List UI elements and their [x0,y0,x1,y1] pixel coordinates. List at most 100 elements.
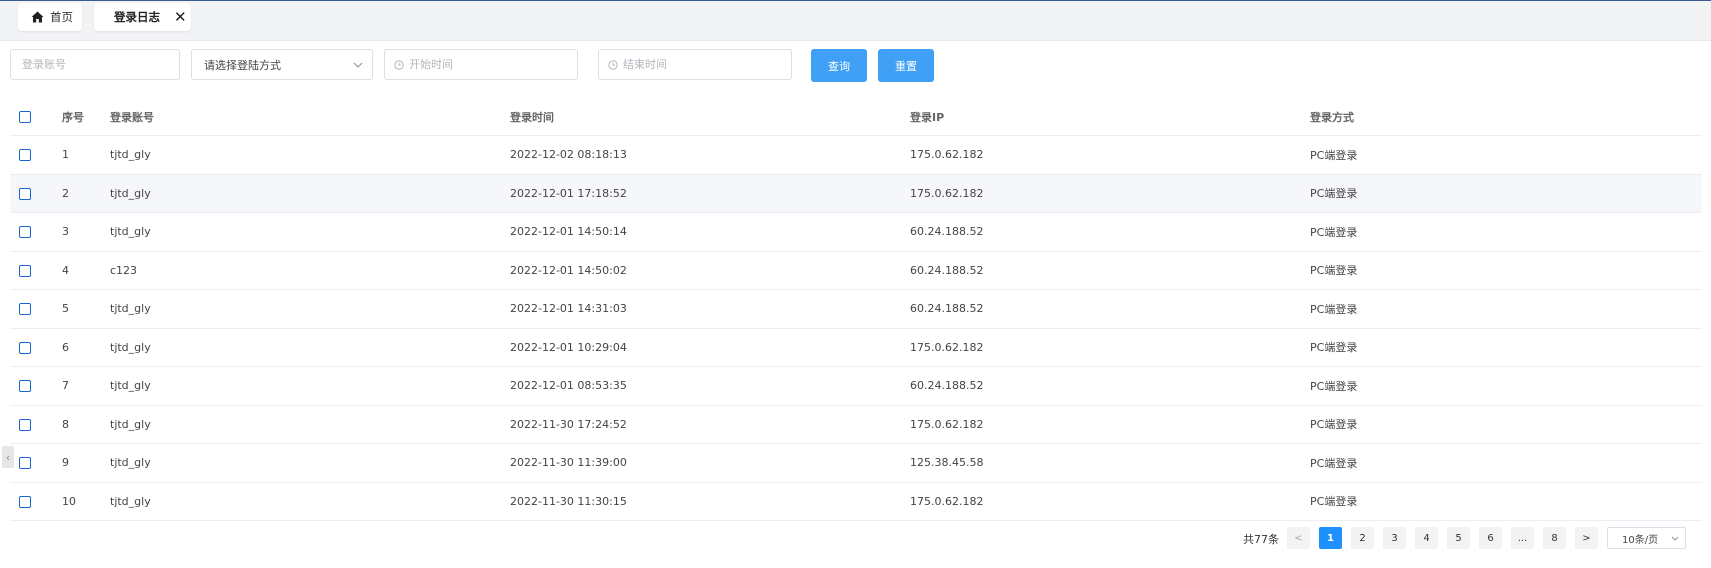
row-account: tjtd_gly [110,379,151,393]
row-time: 2022-12-01 17:18:52 [510,186,627,200]
header-ip: 登录IP [910,110,945,124]
row-ip: 175.0.62.182 [910,494,984,508]
row-checkbox[interactable] [19,380,31,393]
end-time-input[interactable] [618,50,791,79]
page-button[interactable]: 8 [1543,527,1566,549]
chevron-down-icon [353,62,363,68]
row-index: 5 [62,302,69,316]
row-checkbox[interactable] [19,457,31,470]
page-button[interactable]: 6 [1479,527,1502,549]
row-select-cell [19,225,31,239]
row-method: PC端登录 [1310,302,1358,316]
row-account: tjtd_gly [110,225,151,239]
row-checkbox[interactable] [19,418,31,431]
row-index: 10 [62,494,76,508]
page-ellipsis-button[interactable]: ... [1511,527,1534,549]
row-account: c123 [110,263,138,277]
row-time: 2022-11-30 11:30:15 [510,494,627,508]
next-page-button[interactable]: > [1575,527,1598,549]
header-account: 登录账号 [110,110,154,124]
row-method: PC端登录 [1310,456,1358,470]
row-time: 2022-12-01 10:29:04 [510,340,627,354]
row-index: 2 [62,186,69,200]
page-size-select[interactable]: 10条/页 [1607,527,1686,549]
row-select-cell [19,456,31,470]
close-icon[interactable]: ✕ [174,9,187,25]
table-row[interactable]: 6 tjtd_gly 2022-12-01 10:29:04 175.0.62.… [10,329,1702,367]
table-row[interactable]: 7 tjtd_gly 2022-12-01 08:53:35 60.24.188… [10,367,1702,406]
chevron-down-icon [1671,536,1679,541]
login-log-table: 序号 登录账号 登录时间 登录IP 登录方式 1 tjtd_gly 2022-1… [10,98,1702,521]
row-ip: 125.38.45.58 [910,456,984,470]
row-checkbox[interactable] [19,187,31,200]
row-index: 4 [62,263,69,277]
row-time: 2022-12-01 14:50:02 [510,263,627,277]
tab-home[interactable]: 首页 [18,3,82,31]
row-index: 6 [62,340,69,354]
table-row[interactable]: 2 tjtd_gly 2022-12-01 17:18:52 175.0.62.… [10,174,1702,213]
page-button[interactable]: 3 [1383,527,1406,549]
row-ip: 175.0.62.182 [910,417,984,431]
row-time: 2022-12-01 14:31:03 [510,302,627,316]
table-row[interactable]: 10 tjtd_gly 2022-11-30 11:30:15 175.0.62… [10,483,1702,521]
select-all-checkbox[interactable] [19,111,31,123]
row-checkbox[interactable] [19,226,31,239]
query-button[interactable]: 查询 [811,49,867,82]
table-row[interactable]: 8 tjtd_gly 2022-11-30 17:24:52 175.0.62.… [10,406,1702,444]
row-account: tjtd_gly [110,148,151,162]
reset-button[interactable]: 重置 [878,49,934,82]
row-select-cell [19,495,31,508]
login-method-select[interactable]: 请选择登陆方式 [191,49,373,80]
row-account: tjtd_gly [110,302,151,316]
prev-page-button[interactable]: < [1287,527,1310,549]
row-index: 1 [62,148,69,162]
row-select-cell [19,341,31,354]
row-time: 2022-12-02 08:18:13 [510,148,627,162]
row-account: tjtd_gly [110,456,151,470]
row-ip: 60.24.188.52 [910,302,984,316]
account-field[interactable] [10,49,180,80]
tab-login-log-label: 登录日志 [114,10,160,24]
row-index: 9 [62,456,69,470]
row-method: PC端登录 [1310,341,1358,355]
row-select-cell [19,379,31,393]
start-time-input[interactable] [404,50,577,79]
row-checkbox[interactable] [19,264,31,277]
row-checkbox[interactable] [19,303,31,316]
row-account: tjtd_gly [110,494,151,508]
select-all-cell [19,110,31,123]
table-row[interactable]: 4 c123 2022-12-01 14:50:02 60.24.188.52 … [10,252,1702,290]
start-time-field[interactable] [384,49,578,80]
row-ip: 175.0.62.182 [910,186,984,200]
row-ip: 60.24.188.52 [910,263,984,277]
clock-icon [394,59,404,70]
row-checkbox[interactable] [19,341,31,354]
row-ip: 60.24.188.52 [910,379,984,393]
page-button[interactable]: 5 [1447,527,1470,549]
table-row[interactable]: 5 tjtd_gly 2022-12-01 14:31:03 60.24.188… [10,290,1702,329]
row-time: 2022-11-30 11:39:00 [510,456,627,470]
page-button[interactable]: 4 [1415,527,1438,549]
table-row[interactable]: 9 tjtd_gly 2022-11-30 11:39:00 125.38.45… [10,444,1702,483]
row-account: tjtd_gly [110,417,151,431]
header-index: 序号 [62,110,84,124]
table-row[interactable]: 3 tjtd_gly 2022-12-01 14:50:14 60.24.188… [10,213,1702,252]
row-index: 3 [62,225,69,239]
row-method: PC端登录 [1310,148,1358,162]
row-ip: 175.0.62.182 [910,340,984,354]
end-time-field[interactable] [598,49,792,80]
page-button[interactable]: 2 [1351,527,1374,549]
row-select-cell [19,264,31,277]
row-select-cell [19,187,31,200]
chevron-left-icon[interactable]: ‹ [2,446,14,468]
row-checkbox[interactable] [19,495,31,508]
row-method: PC端登录 [1310,264,1358,278]
row-method: PC端登录 [1310,187,1358,201]
page-button[interactable]: 1 [1319,527,1342,549]
tab-login-log[interactable]: 登录日志 ✕ [94,3,191,31]
clock-icon [608,59,618,70]
account-input[interactable] [11,50,179,79]
home-icon [31,11,44,23]
table-row[interactable]: 1 tjtd_gly 2022-12-02 08:18:13 175.0.62.… [10,136,1702,175]
row-checkbox[interactable] [19,149,31,162]
